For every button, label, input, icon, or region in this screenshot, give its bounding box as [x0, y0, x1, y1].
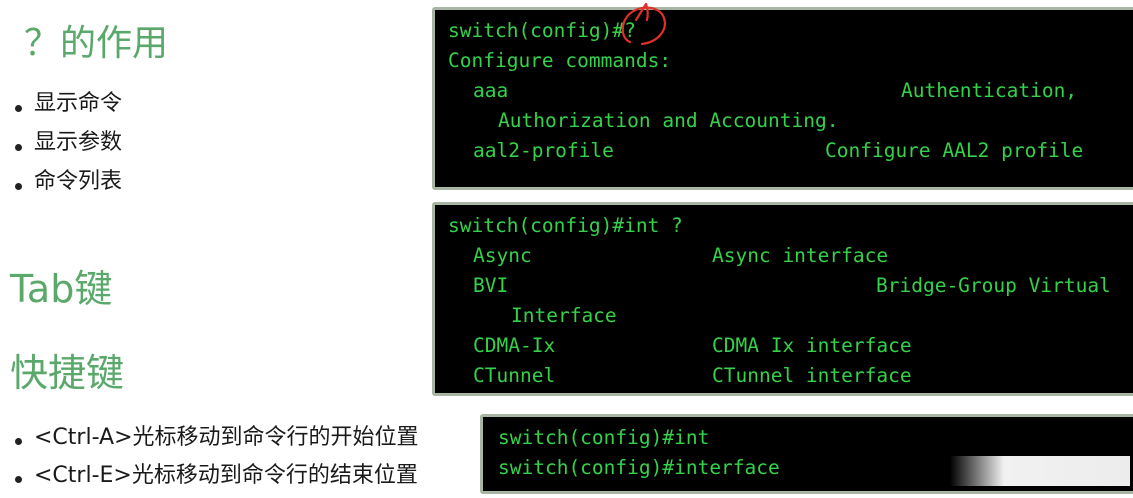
- list-item-label: 显示参数: [34, 130, 123, 155]
- bullet-icon: [15, 182, 22, 190]
- command-name: aal2-profile: [473, 139, 614, 162]
- blurred-watermark-area: [950, 456, 1130, 486]
- terminal-prompt: switch(config)#int: [498, 426, 710, 449]
- list-item: <Ctrl-A>光标移动到命令行的开始位置: [12, 422, 419, 460]
- command-description: CTunnel interface: [712, 364, 912, 387]
- list-item-label: <Ctrl-A>光标移动到命令行的开始位置: [34, 425, 419, 450]
- list-item-label: 显示命令: [34, 91, 123, 116]
- command-name: BVI: [473, 274, 509, 297]
- command-name: CTunnel: [473, 364, 556, 387]
- command-description: Authentication,: [901, 79, 1078, 102]
- heading-question-mark: ？的作用: [24, 23, 169, 64]
- list-item-label: 命令列表: [34, 169, 123, 194]
- list-item: 显示参数: [12, 127, 122, 166]
- command-description-wrap: Interface: [511, 304, 617, 327]
- question-bullet-list: 显示命令 显示参数 命令列表: [12, 88, 122, 205]
- heading-shortcut-keys: 快捷键: [10, 351, 125, 395]
- command-description-wrap: Authorization and Accounting.: [498, 109, 839, 132]
- bullet-icon: [15, 476, 22, 483]
- terminal-prompt: switch(config)#?: [448, 19, 636, 42]
- list-item-label: <Ctrl-E>光标移动到命令行的结束位置: [34, 463, 418, 488]
- list-item: 显示命令: [12, 88, 122, 127]
- bullet-icon: [15, 104, 22, 112]
- command-name: Async: [473, 244, 532, 267]
- terminal-interface-help: switch(config)#int ? Async Async interfa…: [432, 202, 1133, 396]
- terminal-header: Configure commands:: [448, 49, 672, 72]
- terminal-completed-line: switch(config)#interface: [498, 456, 780, 479]
- command-description: Bridge-Group Virtual: [876, 274, 1111, 297]
- terminal-question-help: switch(config)#? Configure commands: aaa…: [432, 7, 1133, 190]
- bullet-icon: [15, 438, 22, 445]
- terminal-prompt: switch(config)#int ?: [448, 214, 683, 237]
- command-description: Async interface: [712, 244, 889, 267]
- heading-tab-key: Tab键: [10, 267, 113, 311]
- list-item: 命令列表: [12, 166, 122, 205]
- command-name: CDMA-Ix: [473, 334, 556, 357]
- command-name: aaa: [473, 79, 509, 102]
- command-description: CDMA Ix interface: [712, 334, 912, 357]
- shortcut-bullet-list: <Ctrl-A>光标移动到命令行的开始位置 <Ctrl-E>光标移动到命令行的结…: [12, 422, 419, 498]
- list-item: <Ctrl-E>光标移动到命令行的结束位置: [12, 460, 419, 498]
- bullet-icon: [15, 143, 22, 151]
- command-description: Configure AAL2 profile: [825, 139, 1084, 162]
